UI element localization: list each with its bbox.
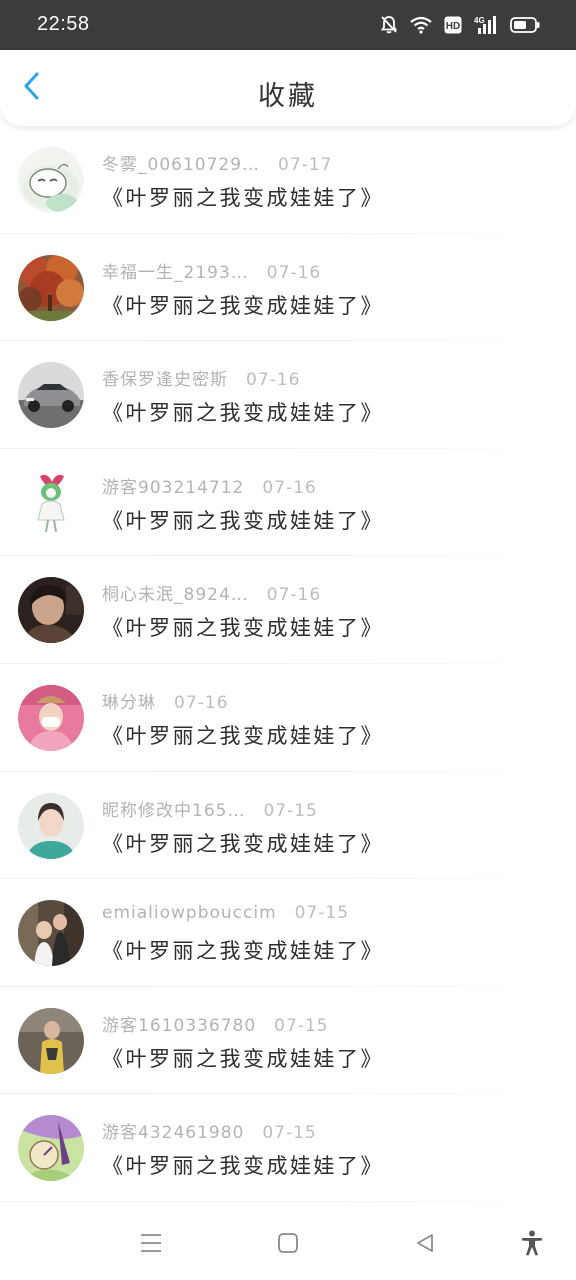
item-date: 07-16 (174, 692, 229, 713)
item-date: 07-17 (278, 155, 333, 175)
item-date: 07-15 (262, 1123, 317, 1144)
menu-icon (140, 1232, 162, 1258)
back-triangle-icon (414, 1232, 436, 1258)
item-meta: 冬雾_00610729… 07-17 (102, 150, 332, 175)
nav-back-button[interactable] (410, 1230, 440, 1260)
list-item[interactable]: emialiowpbouccim 07-15 《叶罗丽之我变成娃娃了》 (0, 879, 576, 987)
system-navbar (0, 1206, 576, 1280)
avatar (18, 684, 84, 751)
item-meta: 桐心未泯_8924… 07-16 (102, 580, 321, 605)
item-meta: 游客1610336780 07-15 (102, 1011, 329, 1036)
list-item[interactable]: 香保罗逢史密斯 07-16 《叶罗丽之我变成娃娃了》 (0, 341, 576, 449)
wifi-icon (410, 16, 432, 34)
book-title: 《叶罗丽之我变成娃娃了》 (102, 616, 384, 641)
status-icons: HD 4G (380, 14, 540, 36)
item-meta: 游客432461980 07-15 (102, 1118, 317, 1143)
home-button[interactable] (273, 1230, 303, 1260)
list-item[interactable]: 幸福一生_2193… 07-16 《叶罗丽之我变成娃娃了》 (0, 234, 576, 342)
book-title: 《叶罗丽之我变成娃娃了》 (102, 939, 384, 964)
item-meta: 游客903214712 07-16 (102, 473, 317, 498)
book-title: 《叶罗丽之我变成娃娃了》 (102, 831, 384, 856)
menu-button[interactable] (136, 1230, 166, 1260)
hd-icon: HD (444, 16, 462, 34)
accessibility-button[interactable] (517, 1230, 547, 1260)
battery-icon (510, 17, 540, 33)
book-title: 《叶罗丽之我变成娃娃了》 (102, 401, 384, 426)
book-title: 《叶罗丽之我变成娃娃了》 (102, 186, 384, 210)
item-date: 07-15 (274, 1015, 329, 1036)
bell-off-icon (380, 15, 398, 35)
book-title: 《叶罗丽之我变成娃娃了》 (102, 1046, 384, 1071)
list-item[interactable]: 游客903214712 07-16 《叶罗丽之我变成娃娃了》 (0, 449, 576, 557)
list-item[interactable]: 游客1610336780 07-15 《叶罗丽之我变成娃娃了》 (0, 987, 576, 1095)
username: 昵称修改中165… (102, 800, 246, 821)
username: 游客432461980 (102, 1123, 245, 1144)
status-time: 22:58 (37, 13, 90, 35)
svg-text:4G: 4G (474, 16, 485, 25)
book-title: 《叶罗丽之我变成娃娃了》 (102, 723, 384, 748)
avatar (18, 577, 84, 644)
avatar (18, 1115, 84, 1182)
item-meta: 琳分琳 07-16 (102, 688, 228, 713)
avatar (18, 254, 84, 321)
avatar (18, 147, 84, 213)
avatar (18, 362, 84, 429)
item-date: 07-16 (246, 370, 301, 391)
list-item[interactable]: 冬雾_00610729… 07-17 《叶罗丽之我变成娃娃了》 (0, 126, 576, 234)
page-title: 收藏 (258, 81, 318, 112)
avatar (18, 900, 84, 967)
username: emialiowpbouccim (102, 903, 277, 924)
divider (0, 1200, 576, 1202)
item-meta: 幸福一生_2193… 07-16 (102, 258, 321, 283)
header-bar: 收藏 (0, 50, 576, 126)
username: 冬雾_00610729… (102, 155, 261, 175)
username: 游客903214712 (102, 477, 245, 498)
list-item[interactable]: 游客432461980 07-15 《叶罗丽之我变成娃娃了》 (0, 1094, 576, 1202)
favorites-list: 冬雾_00610729… 07-17 《叶罗丽之我变成娃娃了》 幸福一生_2193… (0, 126, 576, 1202)
book-title: 《叶罗丽之我变成娃娃了》 (102, 293, 384, 318)
list-item[interactable]: 昵称修改中165… 07-15 《叶罗丽之我变成娃娃了》 (0, 772, 576, 880)
item-date: 07-16 (262, 477, 317, 498)
item-meta: 昵称修改中165… 07-15 (102, 796, 318, 821)
username: 桐心未泯_8924… (102, 585, 249, 606)
avatar (18, 469, 84, 536)
username: 幸福一生_2193… (102, 262, 249, 283)
list-item[interactable]: 桐心未泯_8924… 07-16 《叶罗丽之我变成娃娃了》 (0, 556, 576, 664)
item-date: 07-16 (266, 262, 322, 283)
avatar (18, 792, 84, 859)
status-bar: 22:58 HD 4G (0, 0, 576, 50)
list-item[interactable]: 琳分琳 07-16 《叶罗丽之我变成娃娃了》 (0, 664, 576, 772)
4g-signal-icon: 4G (474, 15, 498, 35)
accessibility-icon (520, 1230, 544, 1260)
book-title: 《叶罗丽之我变成娃娃了》 (102, 508, 384, 533)
username: 游客1610336780 (102, 1015, 257, 1036)
username: 琳分琳 (102, 692, 156, 713)
home-square-icon (277, 1232, 299, 1258)
username: 香保罗逢史密斯 (102, 370, 228, 391)
svg-text:HD: HD (446, 21, 460, 32)
item-meta: emialiowpbouccim 07-15 (102, 903, 349, 923)
avatar (18, 1007, 84, 1074)
item-meta: 香保罗逢史密斯 07-16 (102, 365, 300, 390)
item-date: 07-16 (266, 585, 322, 606)
item-date: 07-15 (294, 903, 350, 924)
item-date: 07-15 (263, 800, 318, 821)
book-title: 《叶罗丽之我变成娃娃了》 (102, 1154, 384, 1179)
